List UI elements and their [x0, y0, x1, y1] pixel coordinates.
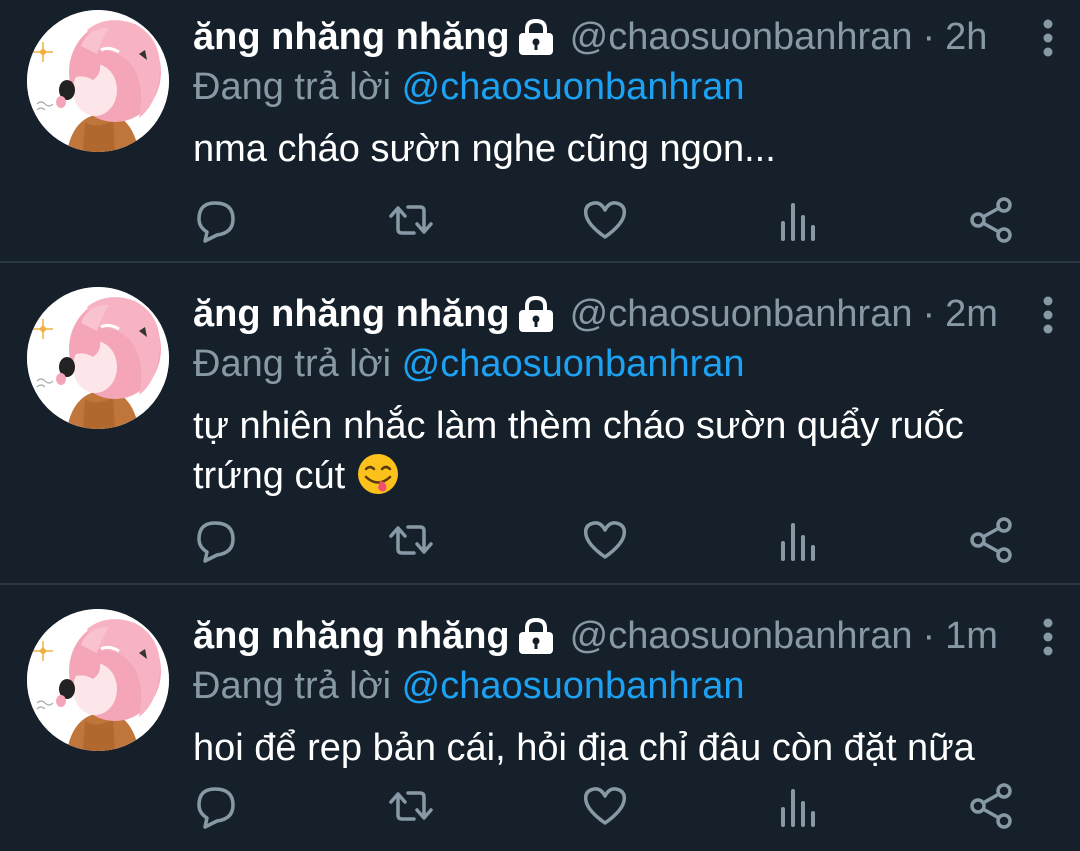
reply-context: Đang trả lời @chaosuonbanhran [193, 62, 1040, 112]
tweet-header: ăng nhăng nhăng @chaosuonbanhran · 2m [193, 289, 1040, 339]
yum-face-emoji-icon [356, 452, 400, 496]
tweet-content: ăng nhăng nhăng @chaosuonbanhran · 1m Đa… [193, 611, 1040, 773]
tweet-header: ăng nhăng nhăng @chaosuonbanhran · 2h [193, 12, 1040, 62]
display-name[interactable]: ăng nhăng nhăng [193, 293, 510, 336]
stats-button[interactable] [773, 781, 823, 831]
timestamp[interactable]: 2h [945, 16, 987, 59]
lock-icon [514, 296, 558, 332]
avatar[interactable] [27, 609, 169, 751]
reply-icon [193, 515, 243, 565]
share-button[interactable] [966, 515, 1016, 565]
more-icon[interactable] [1034, 295, 1062, 335]
handle[interactable]: @chaosuonbanhran [570, 615, 913, 658]
tweet[interactable]: ăng nhăng nhăng @chaosuonbanhran · 1m Đa… [0, 585, 1080, 851]
avatar-image [27, 609, 169, 751]
reply-button[interactable] [193, 781, 243, 831]
tweet[interactable]: ăng nhăng nhăng @chaosuonbanhran · 2m Đa… [0, 263, 1080, 585]
retweet-button[interactable] [386, 195, 436, 245]
stats-icon [773, 781, 823, 831]
tweet-actions [193, 781, 1043, 831]
stats-button[interactable] [773, 515, 823, 565]
tweet-header: ăng nhăng nhăng @chaosuonbanhran · 1m [193, 611, 1040, 661]
reply-mention-link[interactable]: @chaosuonbanhran [402, 343, 745, 385]
lock-icon [514, 618, 558, 654]
retweet-icon [386, 195, 436, 245]
like-button[interactable] [580, 515, 630, 565]
share-button[interactable] [966, 781, 1016, 831]
separator-dot: · [922, 292, 936, 335]
share-icon [966, 781, 1016, 831]
avatar-image [27, 10, 169, 152]
retweet-button[interactable] [386, 515, 436, 565]
tweet-text: tự nhiên nhắc làm thèm cháo sườn quẩy ru… [193, 401, 993, 501]
reply-mention-link[interactable]: @chaosuonbanhran [402, 665, 745, 707]
retweet-button[interactable] [386, 781, 436, 831]
more-icon[interactable] [1034, 617, 1062, 657]
reply-prefix: Đang trả lời [193, 665, 392, 707]
display-name[interactable]: ăng nhăng nhăng [193, 615, 510, 658]
tweet-text: hoi để rep bản cái, hỏi địa chỉ đâu còn … [193, 727, 975, 769]
reply-mention-link[interactable]: @chaosuonbanhran [402, 66, 745, 108]
display-name[interactable]: ăng nhăng nhăng [193, 16, 510, 59]
like-icon [580, 195, 630, 245]
share-icon [966, 515, 1016, 565]
lock-icon [514, 19, 558, 55]
tweet-text: nma cháo sườn nghe cũng ngon... [193, 128, 776, 170]
reply-button[interactable] [193, 195, 243, 245]
tweet-actions [193, 195, 1043, 245]
retweet-icon [386, 515, 436, 565]
reply-icon [193, 195, 243, 245]
reply-context: Đang trả lời @chaosuonbanhran [193, 661, 1040, 711]
retweet-icon [386, 781, 436, 831]
reply-icon [193, 781, 243, 831]
share-icon [966, 195, 1016, 245]
reply-context: Đang trả lời @chaosuonbanhran [193, 339, 1040, 389]
timeline: ăng nhăng nhăng @chaosuonbanhran · 2h Đa… [0, 0, 1080, 851]
avatar[interactable] [27, 10, 169, 152]
avatar-image [27, 287, 169, 429]
handle[interactable]: @chaosuonbanhran [570, 293, 913, 336]
like-icon [580, 515, 630, 565]
tweet-content: ăng nhăng nhăng @chaosuonbanhran · 2h Đa… [193, 12, 1040, 174]
handle[interactable]: @chaosuonbanhran [570, 16, 913, 59]
tweet-content: ăng nhăng nhăng @chaosuonbanhran · 2m Đa… [193, 289, 1040, 501]
like-icon [580, 781, 630, 831]
reply-prefix: Đang trả lời [193, 66, 392, 108]
stats-icon [773, 515, 823, 565]
timestamp[interactable]: 2m [945, 293, 998, 336]
tweet[interactable]: ăng nhăng nhăng @chaosuonbanhran · 2h Đa… [0, 0, 1080, 263]
more-icon[interactable] [1034, 18, 1062, 58]
separator-dot: · [922, 614, 936, 657]
tweet-text-body: tự nhiên nhắc làm thèm cháo sườn quẩy ru… [193, 405, 975, 497]
reply-prefix: Đang trả lời [193, 343, 392, 385]
separator-dot: · [922, 15, 936, 58]
like-button[interactable] [580, 195, 630, 245]
stats-button[interactable] [773, 195, 823, 245]
stats-icon [773, 195, 823, 245]
share-button[interactable] [966, 195, 1016, 245]
timestamp[interactable]: 1m [945, 615, 998, 658]
like-button[interactable] [580, 781, 630, 831]
tweet-actions [193, 515, 1043, 565]
avatar[interactable] [27, 287, 169, 429]
reply-button[interactable] [193, 515, 243, 565]
